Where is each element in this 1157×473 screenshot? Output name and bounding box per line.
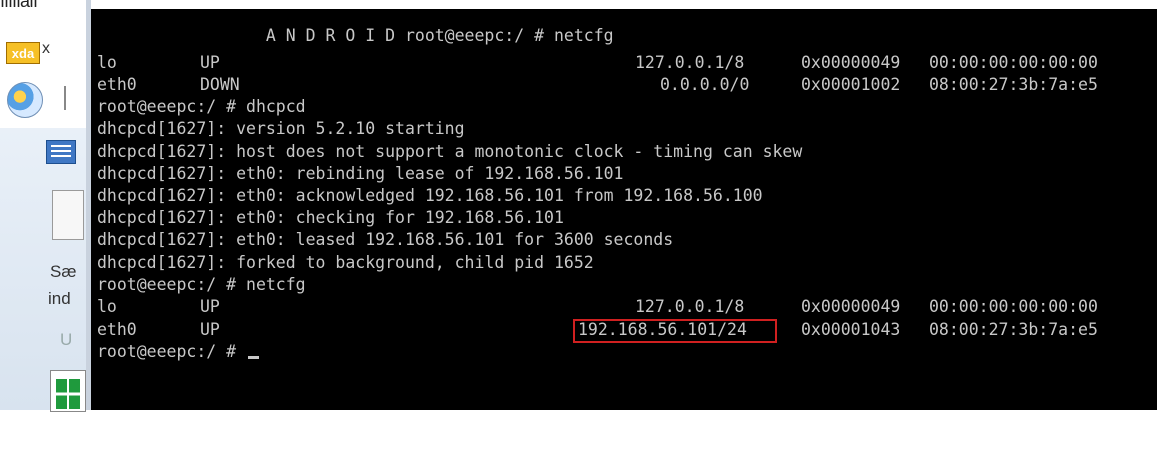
terminal-line: dhcpcd[1627]: version 5.2.10 starting [97, 118, 465, 140]
terminal-line: dhcpcd[1627]: eth0: leased 192.168.56.10… [97, 229, 673, 251]
terminal-line-text: root@eeepc:/ # [97, 342, 247, 361]
iface-flags: 0x00001043 [801, 320, 901, 339]
iface-address: 127.0.0.1/8 [635, 297, 745, 316]
netcfg-row-eth0: eth0 DOWN 0.0.0.0/0 0x00001002 08:00:27:… [97, 74, 1157, 96]
ip-address-highlight [573, 319, 777, 343]
iface-state: UP [200, 297, 220, 316]
terminal-line-text: A N D R O I D root@eeepc:/ # netcfg [97, 26, 614, 45]
paint-icon[interactable] [7, 82, 43, 118]
iface-flags: 0x00000049 [801, 297, 901, 316]
terminal-line: A N D R O I D root@eeepc:/ # netcfg [97, 25, 614, 47]
terminal-line-text: root@eeepc:/ # netcfg [97, 275, 306, 294]
netcfg-row-lo: lo UP 127.0.0.1/8 0x00000049 00:00:00:00… [97, 52, 1157, 74]
terminal-line: dhcpcd[1627]: eth0: rebinding lease of 1… [97, 163, 624, 185]
terminal-line-text: dhcpcd[1627]: eth0: rebinding lease of 1… [97, 164, 624, 183]
iface-mac: 00:00:00:00:00:00 [929, 297, 1098, 316]
panel-text-sae: Sæ [50, 262, 77, 281]
iface-address: 0.0.0.0/0 [660, 75, 750, 94]
terminal-line: dhcpcd[1627]: forked to background, chil… [97, 252, 594, 274]
terminal-line: root@eeepc:/ # netcfg [97, 274, 306, 296]
xda-tab-title[interactable]: x [42, 40, 50, 58]
panel-text-u: U [60, 330, 73, 349]
iface-flags: 0x00000049 [801, 53, 901, 72]
panel-text-ind: ind [48, 289, 71, 308]
terminal-line-text: dhcpcd[1627]: forked to background, chil… [97, 253, 594, 272]
document-icon[interactable] [52, 190, 84, 240]
iface-name: eth0 [97, 320, 137, 339]
terminal-line-text: dhcpcd[1627]: eth0: leased 192.168.56.10… [97, 230, 674, 249]
terminal-prompt[interactable]: root@eeepc:/ # [97, 341, 260, 363]
terminal-line: dhcpcd[1627]: host does not support a mo… [97, 141, 802, 163]
spreadsheet-icon[interactable] [50, 370, 86, 412]
terminal-line-text: dhcpcd[1627]: host does not support a mo… [97, 142, 803, 161]
iface-mac: 08:00:27:3b:7a:e5 [929, 75, 1098, 94]
top-window-text: ıııııaıı [0, 0, 38, 11]
iface-address: 127.0.0.1/8 [635, 53, 745, 72]
terminal-line-text: dhcpcd[1627]: version 5.2.10 starting [97, 119, 465, 138]
iface-name: lo [97, 297, 117, 316]
terminal-line-text: dhcpcd[1627]: eth0: acknowledged 192.168… [97, 186, 763, 205]
netcfg-row-lo: lo UP 127.0.0.1/8 0x00000049 00:00:00:00… [97, 296, 1157, 318]
terminal-line: root@eeepc:/ # dhcpcd [97, 96, 306, 118]
iface-mac: 08:00:27:3b:7a:e5 [929, 320, 1098, 339]
iface-mac: 00:00:00:00:00:00 [929, 53, 1098, 72]
terminal-line-text: root@eeepc:/ # dhcpcd [97, 97, 306, 116]
xda-logo-icon[interactable]: xda [6, 42, 40, 64]
terminal-line-text: dhcpcd[1627]: eth0: checking for 192.168… [97, 208, 564, 227]
terminal-window[interactable]: A N D R O I D root@eeepc:/ # netcfg lo U… [91, 9, 1157, 410]
toolbar-divider [64, 86, 66, 110]
iface-name: eth0 [97, 75, 137, 94]
list-icon[interactable] [46, 140, 76, 164]
iface-name: lo [97, 53, 117, 72]
iface-state: UP [200, 53, 220, 72]
terminal-line: dhcpcd[1627]: eth0: checking for 192.168… [97, 207, 564, 229]
iface-state: UP [200, 320, 220, 339]
iface-state: DOWN [200, 75, 240, 94]
text-cursor [248, 356, 260, 359]
xda-logo-label: xda [11, 45, 35, 61]
terminal-line: dhcpcd[1627]: eth0: acknowledged 192.168… [97, 185, 763, 207]
iface-flags: 0x00001002 [801, 75, 901, 94]
top-window-edge: ıııııaıı [0, 0, 1157, 11]
